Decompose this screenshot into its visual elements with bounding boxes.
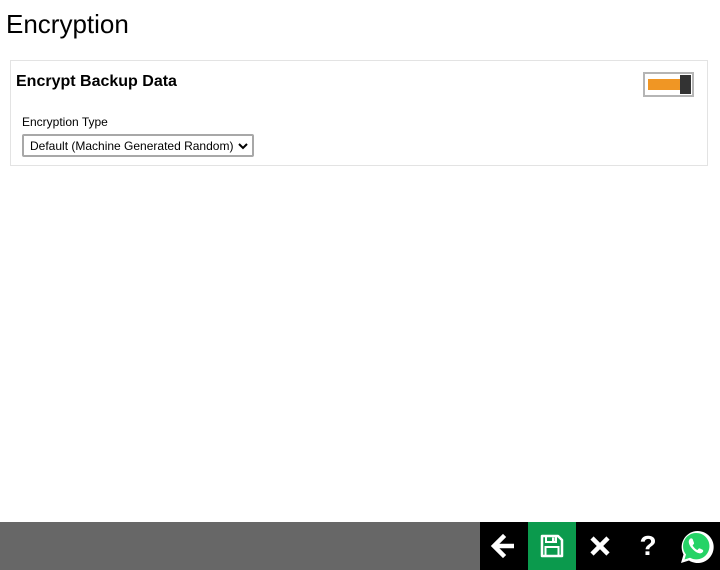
- encryption-type-selected-value: Default (Machine Generated Random): [30, 139, 234, 153]
- encryption-type-label: Encryption Type: [22, 115, 108, 129]
- whatsapp-icon: [681, 531, 714, 564]
- panel-title: Encrypt Backup Data: [16, 73, 177, 90]
- encryption-type-select[interactable]: Default (Machine Generated Random): [22, 134, 254, 157]
- encrypt-backup-toggle[interactable]: [643, 72, 694, 97]
- arrow-left-icon: [490, 533, 514, 559]
- encrypt-backup-panel: Encrypt Backup Data Encryption Type Defa…: [10, 60, 708, 166]
- toggle-track: [648, 79, 682, 90]
- whatsapp-button[interactable]: [672, 522, 720, 570]
- bottom-toolbar: ?: [0, 522, 720, 570]
- question-mark-icon: ?: [639, 530, 657, 561]
- close-button[interactable]: [576, 522, 624, 570]
- back-button[interactable]: [480, 522, 528, 570]
- toggle-knob: [680, 75, 691, 94]
- save-button[interactable]: [528, 522, 576, 570]
- help-button[interactable]: ?: [624, 522, 672, 570]
- close-x-icon: [590, 536, 610, 556]
- floppy-disk-icon: [540, 534, 564, 558]
- page-title: Encryption: [6, 9, 129, 39]
- encryption-page: Encryption Encrypt Backup Data Encryptio…: [0, 0, 720, 570]
- chevron-down-icon: [238, 143, 248, 150]
